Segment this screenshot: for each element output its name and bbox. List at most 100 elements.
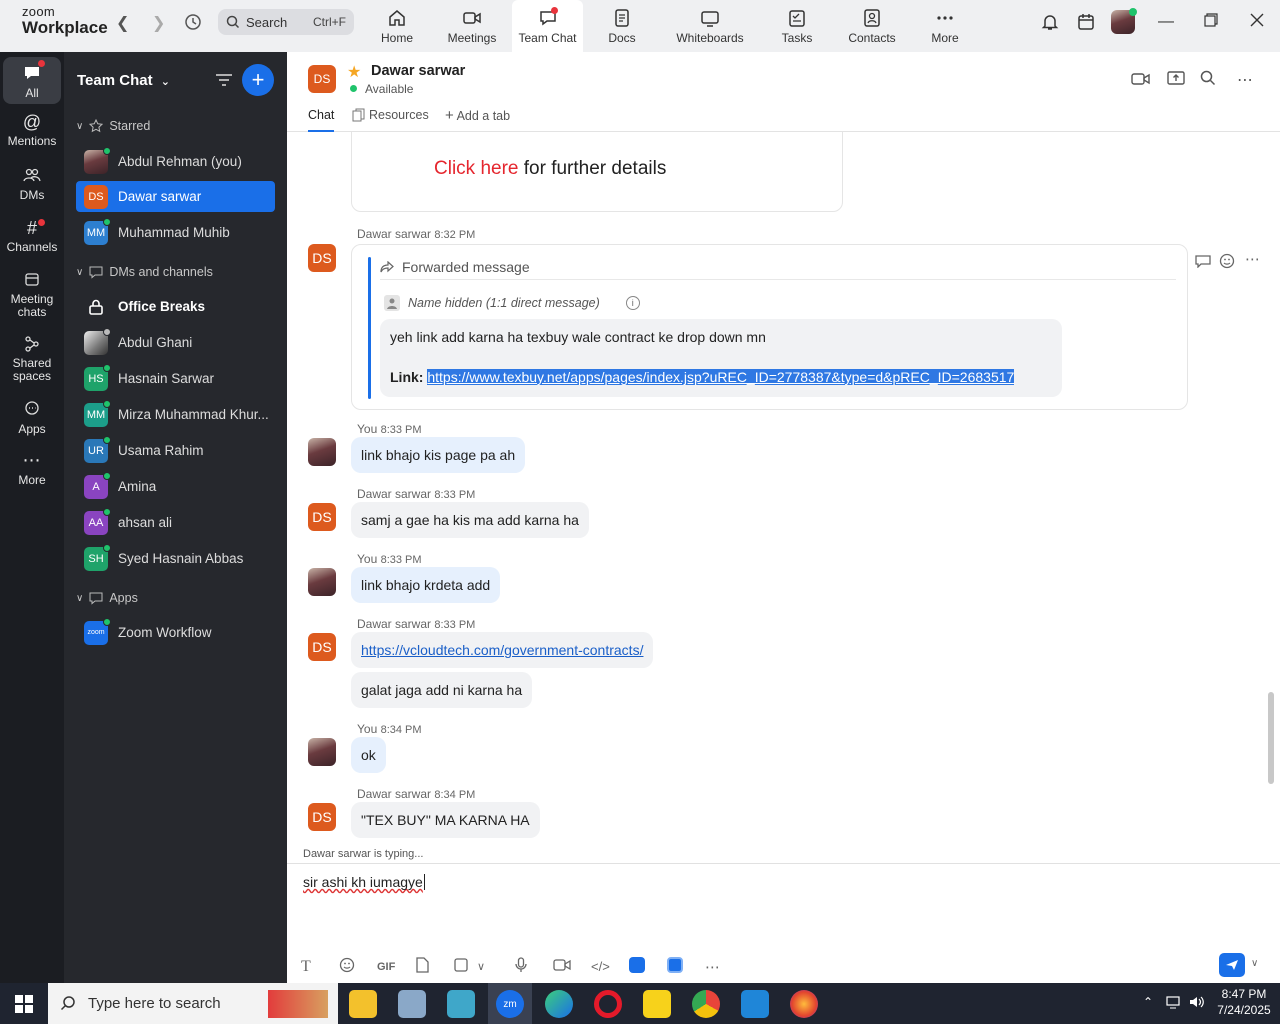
vscode-icon[interactable] [741,990,769,1018]
taskbar-search[interactable]: Type here to search [48,983,338,1024]
zoom-taskbar-icon[interactable]: zm [496,990,524,1018]
add-tab-button[interactable]: + Add a tab [445,107,510,124]
microphone-icon[interactable] [515,957,553,976]
bell-icon[interactable] [1040,12,1060,35]
sender-avatar[interactable]: DS [308,503,336,531]
tab-docs[interactable]: Docs [598,0,646,52]
text-format-icon[interactable]: T [301,958,339,976]
info-icon[interactable]: i [625,296,640,310]
my-avatar[interactable] [308,738,336,766]
rail-mentions[interactable]: @ Mentions [3,112,61,157]
app-icon[interactable] [398,990,426,1018]
forward-arrow-icon[interactable]: ❯ [152,13,165,33]
rail-meeting-chats[interactable]: Meeting chats [3,271,61,323]
tab-contacts[interactable]: Contacts [843,0,901,52]
sidebar-item-office-breaks[interactable]: Office Breaks [76,291,275,322]
code-icon[interactable]: </> [591,959,629,974]
emoji-icon[interactable] [339,957,377,976]
sidebar-item-amina[interactable]: A Amina [76,471,275,502]
contact-name[interactable]: Dawar sarwar [371,63,465,79]
message-input[interactable]: sir ashi kh iumagye [303,874,429,890]
video-message-icon[interactable] [553,958,591,975]
file-explorer-icon[interactable] [349,990,377,1018]
sender-avatar[interactable]: DS [308,633,336,661]
back-arrow-icon[interactable]: ❮ [116,13,129,33]
forwarded-message: Forwarded message Name hidden (1:1 direc… [351,244,1188,410]
network-icon[interactable] [1166,995,1182,1012]
chrome-icon[interactable] [692,990,720,1018]
minimize-icon[interactable]: — [1158,13,1174,31]
app-icon-2[interactable] [667,957,705,976]
app-icon-1[interactable] [629,957,667,976]
edge-icon[interactable] [545,990,573,1018]
tab-meetings[interactable]: Meetings [441,0,503,52]
chevron-down-icon[interactable]: ∨ [477,960,515,973]
filter-icon[interactable] [215,73,233,90]
send-button[interactable] [1219,953,1245,977]
reply-icon[interactable] [1195,254,1211,271]
firefox-icon[interactable] [790,990,818,1018]
rail-all[interactable]: All [3,57,61,104]
rail-more[interactable]: ⋯ More [3,451,61,494]
tab-whiteboards[interactable]: Whiteboards [668,0,752,52]
new-chat-button[interactable]: + [242,64,274,96]
tab-chat[interactable]: Chat [308,108,335,132]
rail-channels[interactable]: # Channels [3,218,61,260]
restore-icon[interactable] [1204,13,1218,32]
file-icon[interactable] [415,957,453,976]
vcloudtech-link[interactable]: https://vcloudtech.com/government-contra… [361,642,643,658]
section-apps[interactable]: ∨ Apps [76,591,138,605]
sidebar-item-usama-rahim[interactable]: UR Usama Rahim [76,435,275,466]
clock[interactable]: 8:47 PM 7/24/2025 [1216,987,1272,1017]
calendar-icon[interactable] [1076,12,1096,35]
tab-more[interactable]: More [925,0,965,52]
screenshot-icon[interactable] [453,957,477,976]
contact-avatar[interactable]: DS [308,65,336,93]
star-filled-icon[interactable]: ★ [347,62,361,82]
app-icon[interactable] [447,990,475,1018]
global-search[interactable]: Search Ctrl+F [218,9,354,35]
sender-avatar[interactable]: DS [308,244,336,272]
rail-shared-spaces[interactable]: Shared spaces [3,335,61,387]
section-dms-channels[interactable]: ∨ DMs and channels [76,265,213,279]
sidebar-item-ahsan-ali[interactable]: AA ahsan ali [76,507,275,538]
texbuy-link[interactable]: https://www.texbuy.net/apps/pages/index.… [427,369,1015,385]
opera-icon[interactable] [594,990,622,1018]
tab-resources[interactable]: Resources [352,108,429,122]
sidebar-item-muhammad-muhib[interactable]: MM Muhammad Muhib [76,217,275,248]
message-more-icon[interactable]: ⋯ [1245,250,1260,268]
sidebar-item-zoom-workflow[interactable]: zoom Zoom Workflow [76,617,275,648]
tab-home[interactable]: Home [367,0,427,52]
rail-dms[interactable]: DMs [3,166,61,208]
sender-avatar[interactable]: DS [308,803,336,831]
windows-start-icon[interactable] [15,995,33,1016]
search-icon[interactable] [1200,70,1216,89]
chevron-up-icon[interactable]: ⌃ [1143,995,1153,1009]
sidebar-item-mirza-muhammad[interactable]: MM Mirza Muhammad Khur... [76,399,275,430]
sidebar-item-hasnain-sarwar[interactable]: HS Hasnain Sarwar [76,363,275,394]
tab-tasks[interactable]: Tasks [772,0,822,52]
rail-apps[interactable]: Apps [3,400,61,442]
more-options-icon[interactable]: ⋯ [1237,70,1253,90]
my-avatar[interactable] [308,438,336,466]
my-avatar[interactable] [308,568,336,596]
sidebar-item-dawar-sarwar[interactable]: DS Dawar sarwar [76,181,275,212]
section-starred[interactable]: ∨ Starred [76,119,150,133]
sidebar-item-abdul-rehman[interactable]: Abdul Rehman (you) [76,146,275,177]
send-options-icon[interactable]: ∨ [1251,958,1258,969]
share-screen-icon[interactable] [1167,70,1185,89]
sticky-notes-icon[interactable] [643,990,671,1018]
sidebar-title[interactable]: Team Chat ⌄ [77,72,170,89]
sidebar-item-syed-hasnain[interactable]: SH Syed Hasnain Abbas [76,543,275,574]
add-reaction-icon[interactable] [1219,253,1235,272]
tab-team-chat[interactable]: Team Chat [512,0,583,52]
volume-icon[interactable] [1189,995,1205,1012]
gif-button[interactable]: GIF [377,961,415,973]
scrollbar-thumb[interactable] [1268,692,1274,784]
composer-more-icon[interactable]: ⋯ [705,958,743,976]
video-call-icon[interactable] [1131,71,1151,90]
history-icon[interactable] [184,13,202,36]
card-link[interactable]: Click here [434,158,518,179]
sidebar-item-abdul-ghani[interactable]: Abdul Ghani [76,327,275,358]
close-icon[interactable] [1250,13,1264,32]
